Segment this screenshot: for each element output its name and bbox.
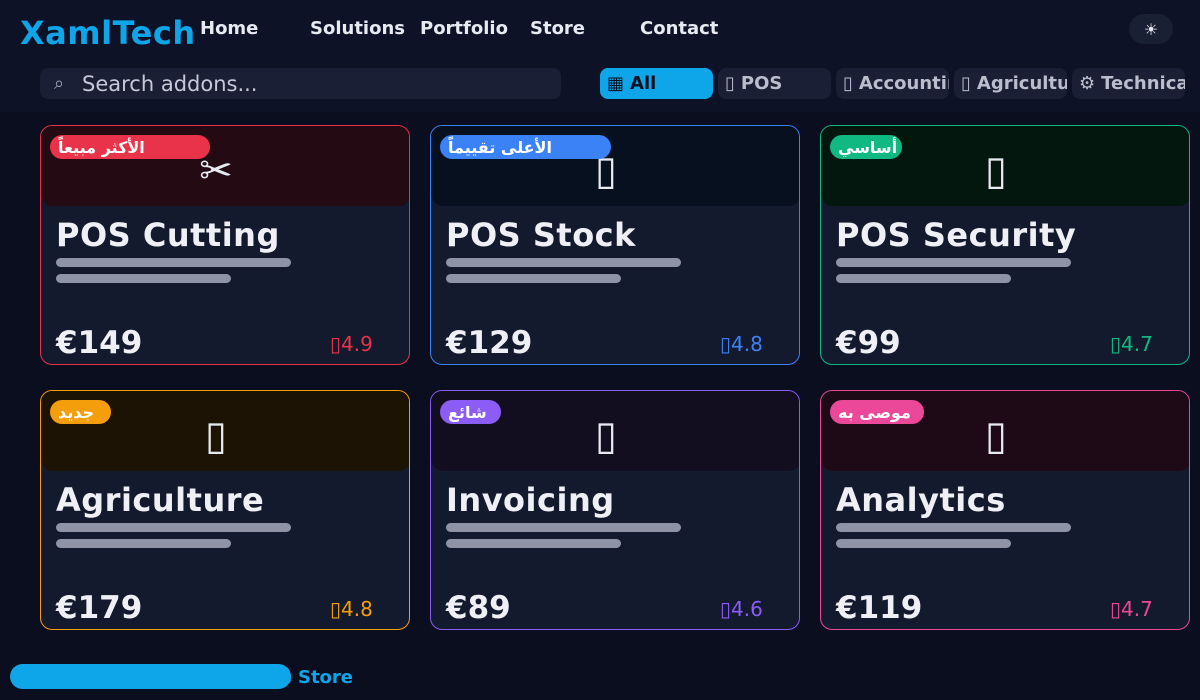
addon-card-analytics[interactable]: ▯ موصى به Analytics €119 ▯4.7 xyxy=(820,390,1190,630)
rating-value: 4.8 xyxy=(341,597,373,621)
nav-solutions[interactable]: Solutions xyxy=(310,18,405,39)
grid-icon: ▦ xyxy=(607,73,625,94)
description-line xyxy=(836,539,1011,548)
addon-card-invoicing[interactable]: ▯ شائع Invoicing €89 ▯4.6 xyxy=(430,390,800,630)
ledger-icon: ▯ xyxy=(843,73,853,94)
star-icon: ▯ xyxy=(330,332,342,356)
description-line xyxy=(836,274,1011,283)
store-link[interactable]: s Store xyxy=(281,667,353,688)
badge-recommended: موصى به xyxy=(830,400,924,424)
bottom-cta-button[interactable] xyxy=(10,664,291,689)
card-title: Agriculture xyxy=(56,481,265,519)
filter-chip-technical[interactable]: ⚙ Technical xyxy=(1072,68,1185,99)
description-line xyxy=(56,274,231,283)
star-icon: ▯ xyxy=(720,597,732,621)
search-icon: ⌕ xyxy=(54,73,65,94)
star-icon: ▯ xyxy=(1110,597,1122,621)
rating-value: 4.9 xyxy=(341,332,373,356)
description-line xyxy=(446,539,621,548)
card-rating: ▯4.8 xyxy=(330,597,373,621)
nav-contact[interactable]: Contact xyxy=(640,18,718,39)
description-line xyxy=(446,258,681,267)
card-rating: ▯4.6 xyxy=(720,597,763,621)
sun-icon: ☀ xyxy=(1143,19,1159,39)
card-title: POS Cutting xyxy=(56,216,280,254)
filter-chip-accounting[interactable]: ▯ Accounting xyxy=(836,68,949,99)
card-title: POS Security xyxy=(836,216,1077,254)
nav-home[interactable]: Home xyxy=(200,18,258,39)
gear-icon: ⚙ xyxy=(1079,73,1096,94)
filter-label: Agriculture xyxy=(976,73,1067,94)
description-line xyxy=(56,258,291,267)
description-line xyxy=(56,523,291,532)
filter-label: Technical xyxy=(1101,73,1185,94)
card-price: €119 xyxy=(836,590,923,626)
rating-value: 4.7 xyxy=(1121,597,1153,621)
nav-portfolio[interactable]: Portfolio xyxy=(420,18,508,39)
nav-store[interactable]: Store xyxy=(530,18,585,39)
badge-essential: أساسي xyxy=(830,135,902,159)
card-title: POS Stock xyxy=(446,216,636,254)
filter-chip-pos[interactable]: ▯ POS xyxy=(718,68,831,99)
cart-icon: ▯ xyxy=(725,73,735,94)
addon-card-pos-stock[interactable]: ▯ الأعلى تقييماً POS Stock €129 ▯4.8 xyxy=(430,125,800,365)
description-line xyxy=(446,274,621,283)
card-title: Analytics xyxy=(836,481,1006,519)
card-price: €129 xyxy=(446,325,533,361)
addon-card-pos-security[interactable]: ▯ أساسي POS Security €99 ▯4.7 xyxy=(820,125,1190,365)
star-icon: ▯ xyxy=(330,597,342,621)
rating-value: 4.7 xyxy=(1121,332,1153,356)
card-price: €89 xyxy=(446,590,511,626)
badge-best-seller: الأكثر مبيعاً xyxy=(50,135,210,159)
filter-chip-all[interactable]: ▦ All xyxy=(600,68,713,99)
star-icon: ▯ xyxy=(1110,332,1122,356)
theme-toggle-button[interactable]: ☀ xyxy=(1129,14,1173,44)
badge-popular: شائع xyxy=(440,400,501,424)
filter-chip-agriculture[interactable]: ▯ Agriculture xyxy=(954,68,1067,99)
brand-logo[interactable]: XamlTech xyxy=(20,14,196,52)
card-price: €149 xyxy=(56,325,143,361)
filter-label: POS xyxy=(740,73,783,94)
rating-value: 4.8 xyxy=(731,332,763,356)
card-rating: ▯4.7 xyxy=(1110,597,1153,621)
description-line xyxy=(836,258,1071,267)
search-box[interactable]: ⌕ xyxy=(40,68,561,99)
badge-top-rated: الأعلى تقييماً xyxy=(440,135,611,159)
description-line xyxy=(446,523,681,532)
badge-new: جديد xyxy=(50,400,111,424)
card-rating: ▯4.7 xyxy=(1110,332,1153,356)
description-line xyxy=(836,523,1071,532)
card-price: €99 xyxy=(836,325,901,361)
search-input[interactable] xyxy=(82,71,542,96)
top-header: XamlTech Home Solutions Portfolio Store … xyxy=(0,0,1200,112)
card-title: Invoicing xyxy=(446,481,615,519)
card-rating: ▯4.8 xyxy=(720,332,763,356)
leaf-icon: ▯ xyxy=(961,73,971,94)
card-rating: ▯4.9 xyxy=(330,332,373,356)
addon-card-agriculture[interactable]: ▯ جديد Agriculture €179 ▯4.8 xyxy=(40,390,410,630)
card-price: €179 xyxy=(56,590,143,626)
rating-value: 4.6 xyxy=(731,597,763,621)
addon-card-pos-cutting[interactable]: ✂ الأكثر مبيعاً POS Cutting €149 ▯4.9 xyxy=(40,125,410,365)
star-icon: ▯ xyxy=(720,332,732,356)
filter-label: Accounting xyxy=(858,73,949,94)
description-line xyxy=(56,539,231,548)
filter-label: All xyxy=(630,73,657,94)
